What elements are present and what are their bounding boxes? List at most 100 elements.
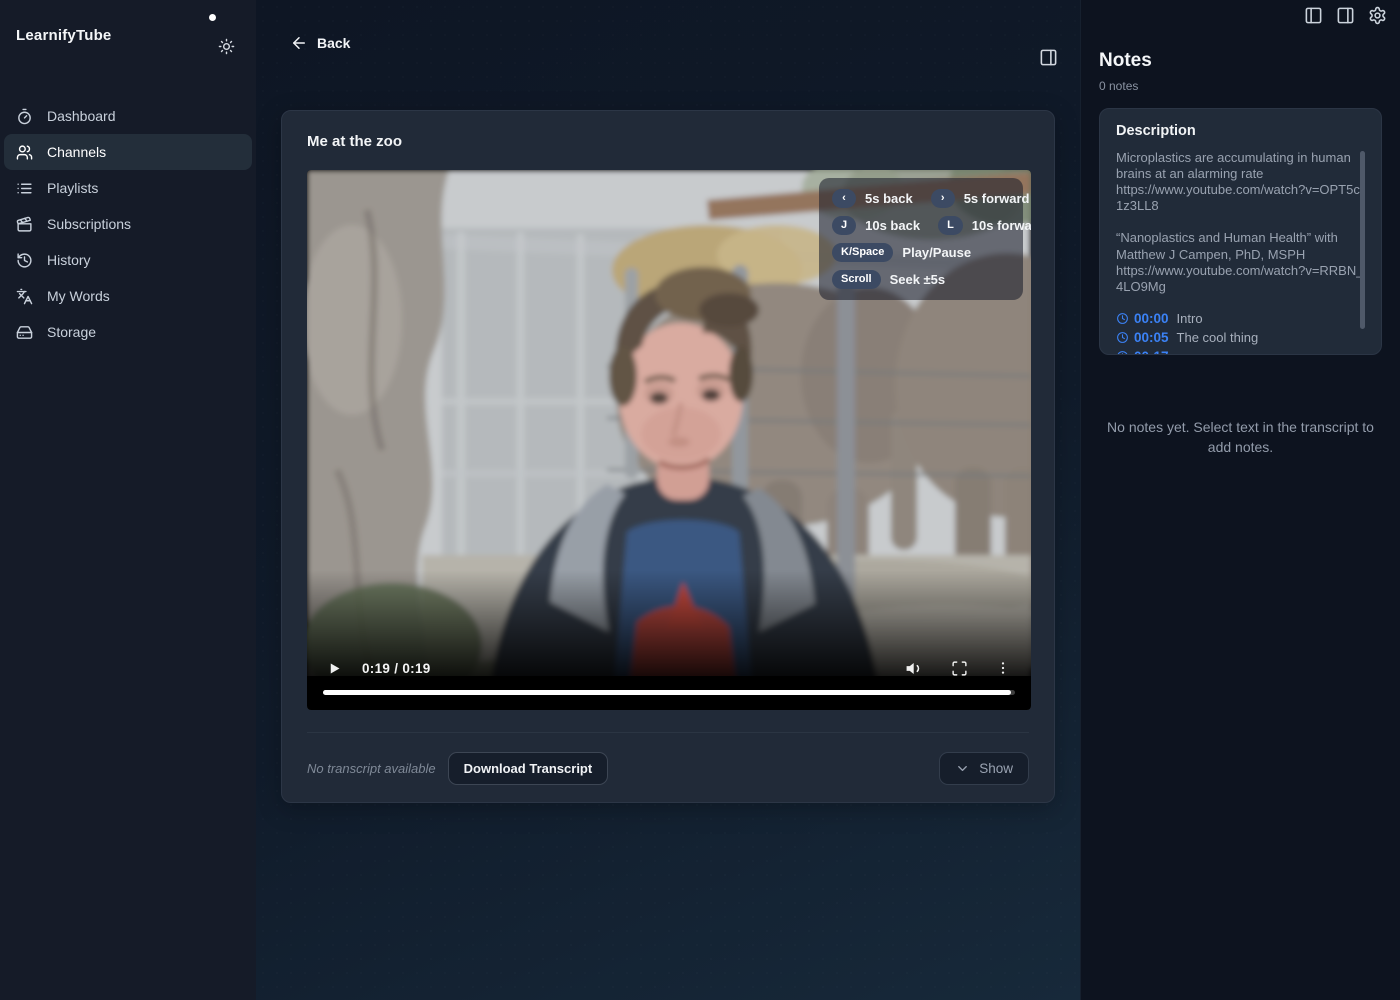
timer-icon (16, 108, 33, 125)
transcript-status: No transcript available (307, 761, 436, 776)
sidebar-item-dashboard[interactable]: Dashboard (4, 98, 252, 134)
sidebar-nav: Dashboard Channels Playlists Subscriptio… (0, 98, 256, 350)
theme-toggle-button[interactable] (218, 38, 235, 60)
chapter-label: The cool thing (1177, 330, 1259, 345)
toggle-right-panel-button[interactable] (1336, 6, 1355, 25)
notes-title: Notes (1099, 50, 1382, 72)
key-chevron-right: › (931, 189, 955, 208)
main-content: Back Me at the zoo (256, 0, 1080, 1000)
shortcut-label: Play/Pause (902, 245, 971, 260)
download-transcript-button[interactable]: Download Transcript (448, 752, 609, 785)
description-card: Description Microplastics are accumulati… (1099, 108, 1382, 355)
key-scroll: Scroll (832, 270, 881, 289)
shortcut-label: 10s back (865, 218, 920, 233)
divider (307, 732, 1029, 733)
sidebar-item-label: Playlists (47, 180, 98, 196)
keyboard-shortcuts-overlay: ‹5s back ›5s forward J10s back L10s forw… (819, 178, 1023, 300)
video-controls: 0:19 / 0:19 (307, 648, 1031, 688)
gear-icon (1368, 6, 1387, 25)
languages-icon (16, 288, 33, 305)
description-link[interactable]: https://www.youtube.com/watch?v=OPT5c1z3… (1116, 182, 1365, 214)
shortcut-label: 5s back (865, 191, 913, 206)
sidebar-item-channels[interactable]: Channels (4, 134, 252, 170)
app-logo: LearnifyTube (16, 27, 111, 44)
chapter-time[interactable]: 00:00 (1134, 311, 1169, 326)
key-l: L (938, 216, 963, 235)
sidebar-item-history[interactable]: History (4, 242, 252, 278)
clock-icon (1116, 312, 1129, 325)
sidebar-item-storage[interactable]: Storage (4, 314, 252, 350)
app-root: LearnifyTube Dashboard Channels Playlist… (0, 0, 1400, 1000)
status-dot (209, 14, 216, 21)
volume-button[interactable] (905, 659, 924, 678)
sidebar-item-label: Channels (47, 144, 106, 160)
video-title: Me at the zoo (307, 133, 1029, 150)
window-controls (1304, 6, 1387, 25)
show-transcript-button[interactable]: Show (939, 752, 1029, 785)
shortcut-label: 5s forward (964, 191, 1030, 206)
seek-bar[interactable] (323, 690, 1015, 695)
chapter-row[interactable]: 00:17 (1116, 349, 1365, 355)
description-title: Description (1116, 123, 1365, 139)
description-text: “Nanoplastics and Human Health” with Mat… (1116, 230, 1365, 262)
chapter-label: Intro (1177, 311, 1203, 326)
panel-right-icon (1336, 6, 1355, 25)
panel-right-icon (1039, 48, 1058, 67)
play-button[interactable] (327, 661, 342, 676)
chapter-row[interactable]: 00:05 The cool thing (1116, 330, 1365, 345)
sidebar-item-playlists[interactable]: Playlists (4, 170, 252, 206)
scrollbar-thumb[interactable] (1360, 151, 1365, 329)
users-icon (16, 144, 33, 161)
sidebar-item-my-words[interactable]: My Words (4, 278, 252, 314)
more-options-button[interactable] (995, 660, 1011, 676)
clock-icon (1116, 331, 1129, 344)
sidebar-item-label: My Words (47, 288, 110, 304)
main-header: Back (256, 0, 1080, 85)
description-link[interactable]: https://www.youtube.com/watch?v=RRBN_4LO… (1116, 263, 1365, 295)
play-icon (327, 661, 342, 676)
key-space: K/Space (832, 243, 893, 262)
list-icon (16, 180, 33, 197)
seek-bar-fill (323, 690, 1011, 695)
back-button[interactable]: Back (290, 34, 350, 52)
sidebar-item-label: Storage (47, 324, 96, 340)
notes-count: 0 notes (1099, 79, 1382, 93)
sidebar-item-subscriptions[interactable]: Subscriptions (4, 206, 252, 242)
sun-icon (218, 38, 235, 55)
toggle-notes-panel-button[interactable] (1039, 48, 1058, 72)
transcript-bar: No transcript available Download Transcr… (307, 752, 1029, 785)
show-label: Show (979, 761, 1013, 776)
kebab-menu-icon (995, 660, 1011, 676)
fullscreen-button[interactable] (951, 660, 968, 677)
sidebar: LearnifyTube Dashboard Channels Playlist… (0, 0, 256, 1000)
history-icon (16, 252, 33, 269)
sidebar-item-label: History (47, 252, 91, 268)
notes-panel: Notes 0 notes Description Microplastics … (1080, 0, 1400, 1000)
fullscreen-icon (951, 660, 968, 677)
chapter-list: 00:00 Intro 00:05 The cool thing 00:17 (1116, 311, 1365, 355)
description-text: Microplastics are accumulating in human … (1116, 150, 1365, 182)
chapter-time[interactable]: 00:05 (1134, 330, 1169, 345)
back-label: Back (317, 35, 350, 51)
clapperboard-icon (16, 216, 33, 233)
clock-icon (1116, 350, 1129, 355)
notes-empty-message: No notes yet. Select text in the transcr… (1099, 417, 1382, 458)
panel-left-icon (1304, 6, 1323, 25)
key-chevron-left: ‹ (832, 189, 856, 208)
toggle-left-panel-button[interactable] (1304, 6, 1323, 25)
video-card: Me at the zoo (281, 110, 1055, 803)
time-display: 0:19 / 0:19 (362, 661, 431, 676)
key-j: J (832, 216, 856, 235)
sidebar-item-label: Subscriptions (47, 216, 131, 232)
chapter-row[interactable]: 00:00 Intro (1116, 311, 1365, 326)
chevron-down-icon (955, 761, 970, 776)
volume-icon (905, 659, 924, 678)
arrow-left-icon (290, 34, 308, 52)
shortcut-label: Seek ±5s (890, 272, 946, 287)
chapter-time[interactable]: 00:17 (1134, 349, 1169, 355)
video-player[interactable]: ‹ 5s back › 5s forward J 10s back L 10s forw… (307, 170, 1031, 710)
shortcut-label: 10s forward (972, 218, 1031, 233)
hard-drive-icon (16, 324, 33, 341)
sidebar-item-label: Dashboard (47, 108, 116, 124)
settings-button[interactable] (1368, 6, 1387, 25)
